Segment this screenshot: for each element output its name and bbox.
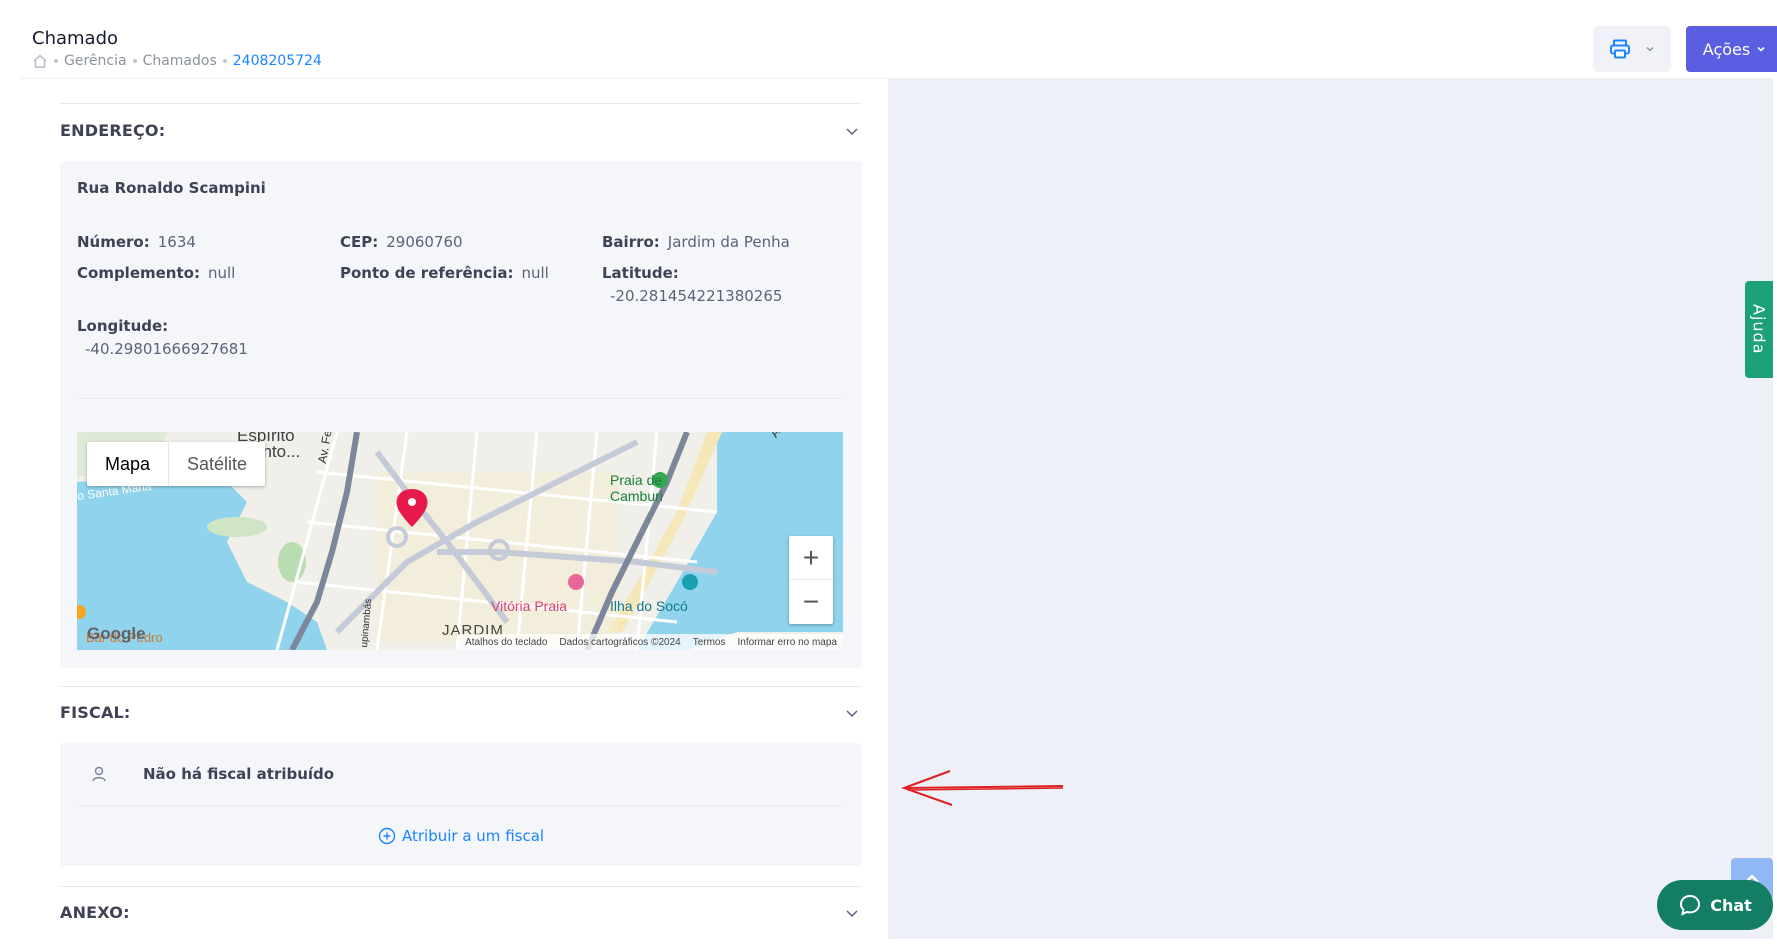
chat-button[interactable]: Chat — [1657, 880, 1773, 930]
map-label-praia-de: Praia de — [610, 472, 663, 488]
cep-label: CEP: — [340, 233, 379, 251]
divider — [60, 686, 862, 687]
divider — [60, 103, 862, 104]
map-attribution: Atalhos do teclado Dados cartográficos ©… — [459, 634, 843, 650]
complemento-label: Complemento: — [77, 264, 200, 282]
fiscal-section-title: FISCAL: — [60, 703, 131, 722]
street-name: Rua Ronaldo Scampini — [77, 179, 266, 197]
fiscal-panel: Não há fiscal atribuído Atribuir a um fi… — [60, 743, 862, 866]
map-label-camburi: Camburi — [610, 488, 663, 504]
chevron-down-icon[interactable] — [844, 123, 860, 139]
bairro-value: Jardim da Penha — [667, 233, 790, 251]
longitude-value: -40.29801666927681 — [85, 340, 248, 358]
no-fiscal-text: Não há fiscal atribuído — [143, 765, 335, 783]
numero-field: Número: 1634 — [77, 233, 196, 251]
complemento-field: Complemento: null — [77, 264, 235, 282]
latitude-label: Latitude: — [602, 264, 679, 282]
chevron-down-icon — [1757, 46, 1765, 52]
divider — [60, 886, 862, 887]
breadcrumb-item-gerencia[interactable]: Gerência — [64, 53, 127, 69]
help-tab-label: Ajuda — [1749, 304, 1769, 355]
bairro-label: Bairro: — [602, 233, 660, 251]
page-title: Chamado — [32, 28, 119, 49]
red-arrow-annotation — [901, 770, 1064, 806]
breadcrumb-separator — [54, 59, 58, 63]
bairro-field: Bairro: Jardim da Penha — [602, 233, 790, 251]
numero-value: 1634 — [157, 233, 196, 251]
assign-fiscal-label: Atribuir a um fiscal — [402, 827, 545, 845]
zoom-control: + − — [789, 536, 833, 624]
acoes-button[interactable]: Ações — [1686, 26, 1777, 72]
map-label-ilha-do-soco: Ilha do Socó — [610, 598, 688, 614]
home-icon[interactable] — [32, 53, 48, 69]
terms-link[interactable]: Termos — [693, 637, 726, 648]
breadcrumb: Gerência Chamados 2408205724 — [32, 53, 322, 69]
keyboard-shortcuts-link[interactable]: Atalhos do teclado — [465, 637, 547, 648]
breadcrumb-separator — [222, 59, 227, 63]
google-logo: Google — [87, 624, 146, 643]
chat-bubble-icon — [1680, 894, 1701, 916]
numero-label: Número: — [77, 233, 150, 251]
ponto-referencia-value: null — [521, 264, 549, 282]
breadcrumb-current: 2408205724 — [232, 53, 322, 69]
endereco-section-title: ENDEREÇO: — [60, 121, 166, 140]
help-tab[interactable]: Ajuda — [1745, 281, 1773, 378]
zoom-in-button[interactable]: + — [789, 536, 833, 580]
chevron-down-icon[interactable] — [844, 705, 860, 721]
ponto-referencia-field: Ponto de referência: null — [340, 264, 549, 282]
longitude-label: Longitude: — [77, 317, 169, 335]
complemento-value: null — [207, 264, 236, 282]
chevron-down-icon[interactable] — [844, 905, 860, 921]
app-window: Chamado Gerência Chamados 2408205724 Açõ… — [0, 0, 1777, 950]
map-type-satelite-button[interactable]: Satélite — [168, 442, 265, 486]
anexo-section-title: ANEXO: — [60, 903, 130, 922]
map-label-vitoria-praia: Vitória Praia — [491, 598, 568, 614]
page-header: Chamado Gerência Chamados 2408205724 Açõ… — [20, 22, 1777, 79]
zoom-out-button[interactable]: − — [789, 580, 833, 624]
divider — [77, 805, 843, 806]
breadcrumb-item-chamados[interactable]: Chamados — [143, 53, 217, 69]
map-type-control: Mapa Satélite — [87, 442, 266, 486]
map-embed[interactable]: Espírito anto... o Santa Maria Av. Ferna… — [77, 432, 843, 650]
plus-circle-icon — [378, 827, 396, 845]
cep-value: 29060760 — [386, 233, 463, 251]
report-error-link[interactable]: Informar erro no mapa — [738, 637, 838, 648]
printer-icon — [1610, 39, 1630, 59]
user-icon — [92, 766, 106, 782]
divider — [77, 398, 843, 399]
map-data-credit: Dados cartográficos ©2024 — [559, 636, 681, 648]
breadcrumb-separator — [132, 59, 137, 63]
latitude-value: -20.281454221380265 — [610, 287, 783, 305]
cep-field: CEP: 29060760 — [340, 233, 463, 251]
acoes-label: Ações — [1702, 39, 1751, 59]
endereco-panel: Rua Ronaldo Scampini Número: 1634 CEP: 290… — [60, 161, 862, 668]
ponto-referencia-label: Ponto de referência: — [340, 264, 514, 282]
map-type-mapa-button[interactable]: Mapa — [87, 442, 168, 486]
chevron-down-icon — [1646, 46, 1654, 52]
details-card: ENDEREÇO: Rua Ronaldo Scampini Número: 16… — [20, 79, 888, 939]
chat-label: Chat — [1710, 895, 1752, 915]
print-button[interactable] — [1593, 26, 1671, 72]
assign-fiscal-link[interactable]: Atribuir a um fiscal — [378, 827, 544, 845]
